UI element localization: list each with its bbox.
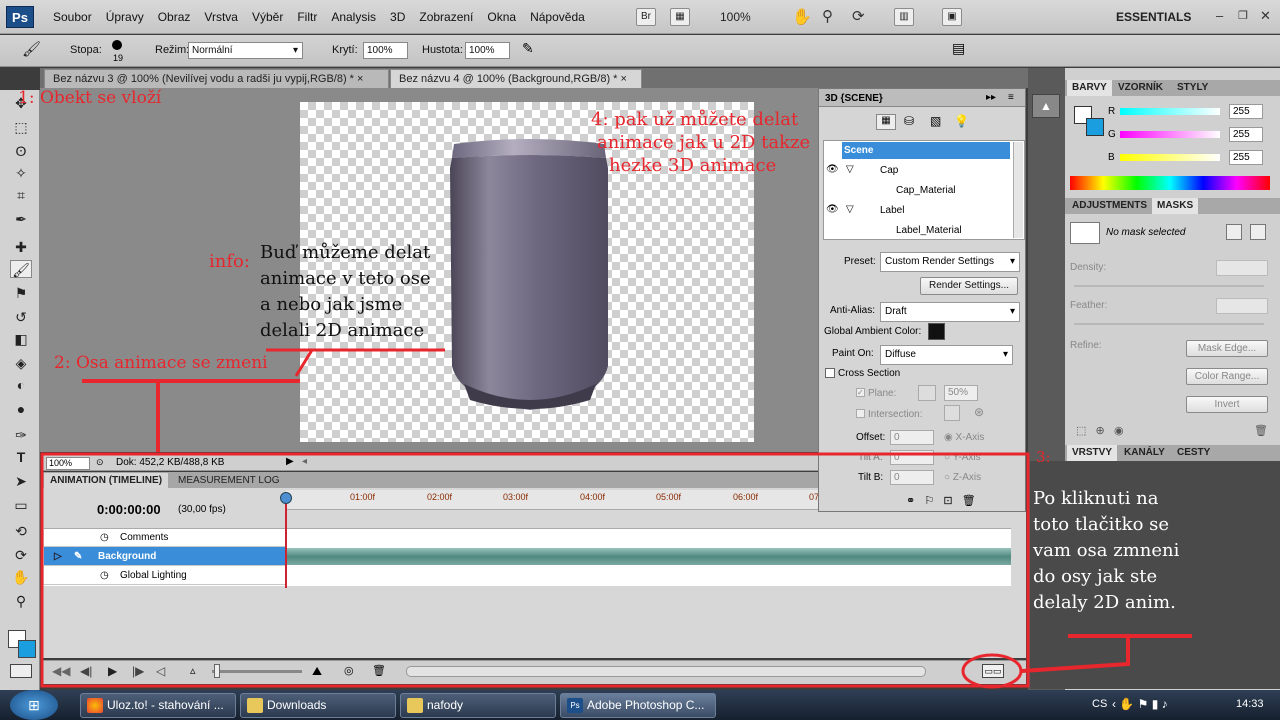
annotation-info-label: info: [209, 251, 250, 272]
annotation-step2: 2: Osa animace se zmeni [54, 353, 268, 373]
taskbar-item-label: Downloads [267, 698, 327, 712]
taskbar-item-label: nafody [427, 698, 464, 712]
taskbar-item-downloads[interactable]: Downloads [240, 693, 396, 718]
clock: 14:33 [1236, 698, 1264, 710]
annotation-step4-line1: 4: pak už můžete delat [591, 109, 799, 130]
annotation-button-explanation: Po kliknuti na toto tlačitko se vam osa … [1033, 486, 1179, 616]
annotation-p-line4: do osy jak ste [1033, 566, 1158, 587]
chrome-icon [87, 698, 103, 713]
annotation-step3: 3: [1036, 448, 1051, 466]
tray-icons[interactable]: ‹ ✋ ⚑ ▮ ♪ [1112, 697, 1168, 711]
taskbar-item-photoshop[interactable]: Ps Adobe Photoshop C... [560, 693, 716, 718]
annotation-step4-line2: animace jak u 2D takze [597, 132, 811, 153]
annotation-p-line2: toto tlačitko se [1033, 514, 1170, 535]
annotation-step1: 1: Obekt se vloží [18, 88, 162, 108]
language-indicator[interactable]: CS [1092, 698, 1107, 710]
annotation-info-line1: Buď můžeme delat [260, 242, 431, 263]
annotation-p-line3: vam osa zmneni [1033, 540, 1180, 561]
folder-icon [247, 698, 263, 713]
taskbar-item-label: Uloz.to! - stahování ... [107, 698, 224, 712]
annotation-info-line3: a nebo jak jsme [260, 294, 403, 315]
taskbar-item-nafody[interactable]: nafody [400, 693, 556, 718]
folder-icon [407, 698, 423, 713]
annotation-info-line2: animace v teto ose [260, 268, 431, 289]
annotation-info-text: Buď můžeme delat animace v teto ose a ne… [260, 240, 431, 344]
annotation-info-line4: delali 2D animace [260, 320, 425, 341]
annotation-p-line1: Po kliknuti na [1033, 488, 1159, 509]
start-button-icon[interactable]: ⊞ [10, 690, 58, 720]
taskbar-item-ulozto[interactable]: Uloz.to! - stahování ... [80, 693, 236, 718]
annotation-step4-line3: hezke 3D animace [609, 155, 777, 176]
photoshop-icon: Ps [567, 698, 583, 713]
annotation-p-line5: delaly 2D anim. [1033, 592, 1176, 613]
annotation-step4: 4: pak už můžete delat animace jak u 2D … [591, 108, 810, 177]
taskbar-item-label: Adobe Photoshop C... [587, 698, 705, 712]
